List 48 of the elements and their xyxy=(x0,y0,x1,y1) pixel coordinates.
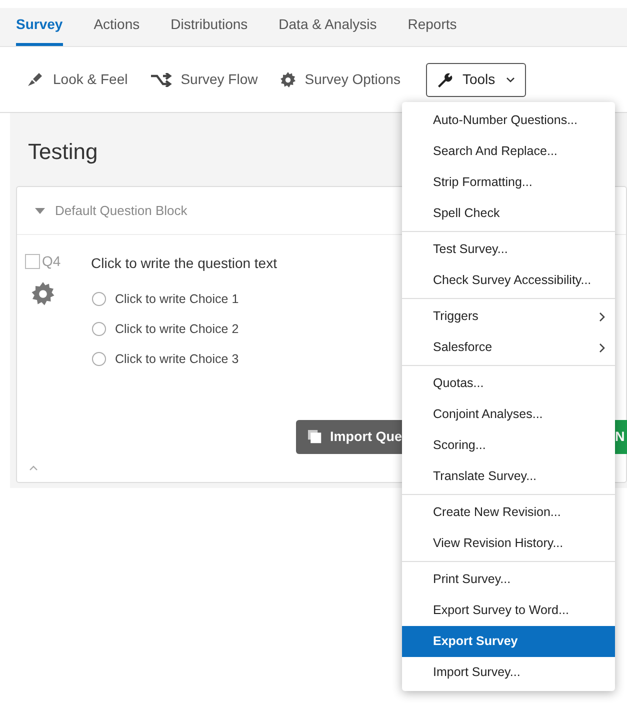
menu-item[interactable]: Spell Check xyxy=(402,198,615,229)
menu-item[interactable]: Export Survey xyxy=(402,626,615,657)
settings-icon[interactable] xyxy=(30,282,55,306)
survey-options-button[interactable]: Survey Options xyxy=(280,69,400,90)
menu-item[interactable]: Test Survey... xyxy=(402,234,615,265)
wrench-icon xyxy=(437,72,454,88)
menu-item[interactable]: Quotas... xyxy=(402,368,615,399)
menu-item[interactable]: Check Survey Accessibility... xyxy=(402,265,615,296)
menu-item[interactable]: Auto-Number Questions... xyxy=(402,105,615,136)
menu-item[interactable]: Print Survey... xyxy=(402,564,615,595)
tab[interactable]: Survey xyxy=(16,14,63,46)
look-feel-button[interactable]: Look & Feel xyxy=(26,69,128,90)
menu-item[interactable]: Conjoint Analyses... xyxy=(402,399,615,430)
tab[interactable]: Reports xyxy=(408,14,457,46)
radio-button[interactable] xyxy=(92,292,106,306)
tab[interactable]: Actions xyxy=(94,14,140,46)
radio-button[interactable] xyxy=(92,322,106,336)
checkbox[interactable] xyxy=(25,254,40,269)
menu-item[interactable]: Scoring... xyxy=(402,430,615,461)
choice-text[interactable]: Click to write Choice 1 xyxy=(115,290,239,309)
tab[interactable]: Distributions xyxy=(170,14,248,46)
menu-item[interactable]: Create New Revision... xyxy=(402,497,615,528)
survey-flow-button[interactable]: Survey Flow xyxy=(150,69,258,90)
caret-icon xyxy=(506,76,516,82)
block-title: Default Question Block xyxy=(55,202,188,220)
menu-item[interactable]: Salesforce xyxy=(402,332,615,363)
caret-icon[interactable] xyxy=(35,208,45,214)
menu-item[interactable]: Search And Replace... xyxy=(402,136,615,167)
choice-text[interactable]: Click to write Choice 3 xyxy=(115,350,239,369)
menu-item[interactable]: View Revision History... xyxy=(402,528,615,559)
menu-item[interactable]: Export Survey to Word... xyxy=(402,595,615,626)
menu-item[interactable]: Strip Formatting... xyxy=(402,167,615,198)
radio-button[interactable] xyxy=(92,352,106,366)
collapse-icon[interactable] xyxy=(29,465,38,471)
settings-icon xyxy=(280,72,296,88)
menu-item[interactable]: Translate Survey... xyxy=(402,461,615,492)
choice-text[interactable]: Click to write Choice 2 xyxy=(115,320,239,339)
question-number: Q4 xyxy=(42,252,61,271)
brush-icon xyxy=(26,70,44,88)
copy-icon xyxy=(308,429,322,445)
question-text[interactable]: Click to write the question text xyxy=(91,253,277,274)
import-questions-button[interactable]: Import Que xyxy=(296,420,402,454)
tab[interactable]: Data & Analysis xyxy=(278,14,377,46)
survey-title: Testing xyxy=(28,139,98,164)
tools-button[interactable]: Tools xyxy=(426,62,526,96)
menu-item[interactable]: Triggers xyxy=(402,301,615,332)
shuffle-icon xyxy=(150,72,172,86)
menu-item[interactable]: Import Survey... xyxy=(402,657,615,688)
